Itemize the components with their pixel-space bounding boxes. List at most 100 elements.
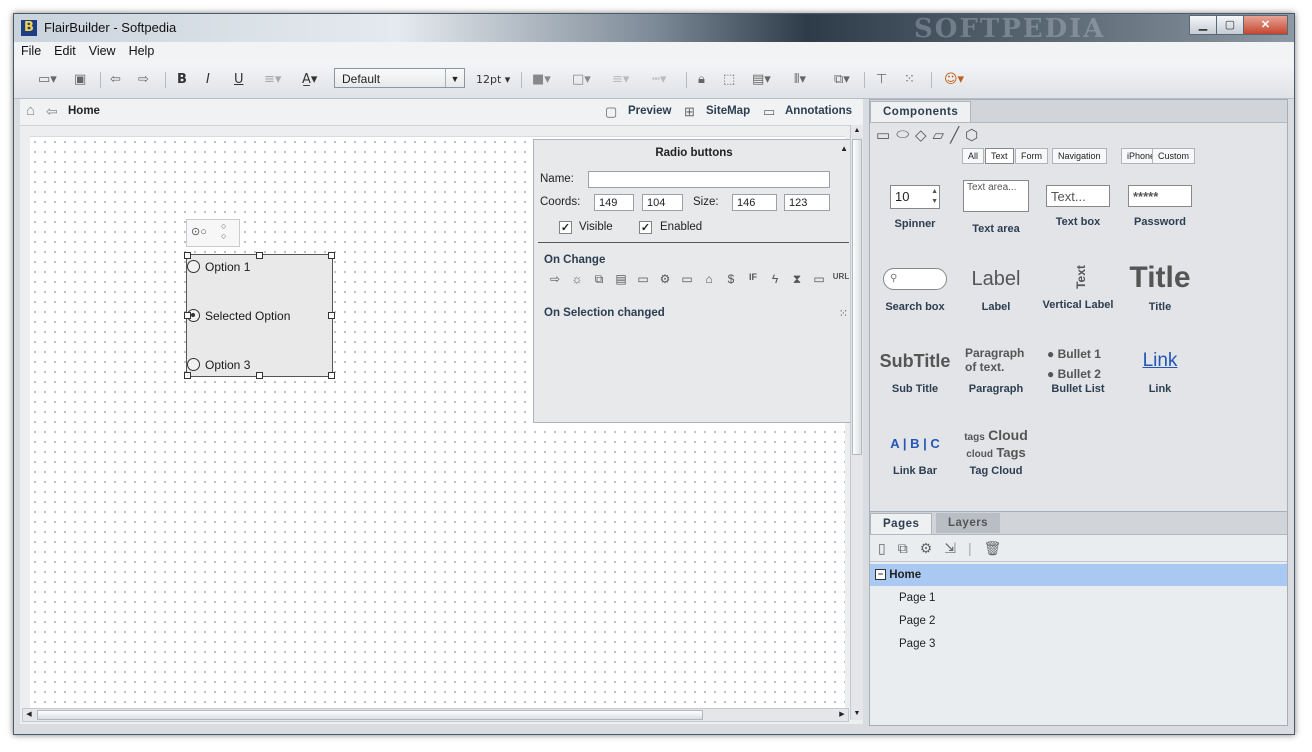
sitemap-button[interactable]: SiteMap — [706, 105, 750, 117]
font-size-select[interactable]: 12pt ▾ — [476, 71, 510, 89]
component-sub-title[interactable]: SubTitle Sub Title — [876, 350, 954, 396]
coord-x-field[interactable]: 149 — [594, 194, 634, 211]
align-icon[interactable]: ≡▾ — [264, 71, 281, 89]
filter-form[interactable]: Form — [1015, 148, 1048, 164]
lock-icon[interactable]: 🔒︎ — [698, 71, 705, 89]
collapse-icon[interactable]: ▲ — [840, 144, 848, 153]
component-label-item[interactable]: Label Label — [957, 268, 1035, 314]
component-vertical-label[interactable]: Text Vertical Label — [1039, 258, 1117, 312]
dollar-icon[interactable]: $ — [722, 272, 740, 287]
resize-handle[interactable] — [184, 252, 191, 259]
preview-button[interactable]: Preview — [628, 105, 671, 117]
component-paragraph[interactable]: Paragraph of text. Paragraph — [957, 346, 1035, 396]
font-family-select[interactable]: Default ▼ — [334, 68, 465, 88]
radio-horizontal-icon[interactable]: ⊙○ — [191, 225, 207, 238]
resize-handle[interactable] — [328, 252, 335, 259]
scrollbar-thumb[interactable] — [852, 139, 862, 455]
radio-widget-icon[interactable]: ⊙○ ○ ○ — [186, 219, 240, 247]
menu-file[interactable]: File — [14, 42, 47, 58]
align-objects-icon[interactable]: ▤▾ — [752, 71, 771, 89]
menu-view[interactable]: View — [82, 42, 122, 58]
underline-icon[interactable]: U — [234, 71, 244, 89]
back-arrow-icon[interactable]: ⇦ — [46, 103, 58, 120]
radio-option[interactable]: Option 1 — [187, 260, 250, 274]
filter-custom[interactable]: Custom — [1152, 148, 1196, 164]
scroll-left-arrow-icon[interactable]: ◀ — [23, 709, 35, 721]
collapse-icon[interactable]: − — [875, 569, 886, 581]
component-tag-cloud[interactable]: tags Cloud cloud Tags Tag Cloud — [957, 428, 1035, 478]
line-style-icon[interactable]: ≡▾ — [612, 71, 629, 89]
arrange-icon[interactable]: ⧉▾ — [834, 71, 850, 89]
component-link-bar[interactable]: A | B | C Link Bar — [876, 436, 954, 478]
scroll-down-arrow-icon[interactable]: ▼ — [851, 708, 863, 720]
tab-components[interactable]: Components — [870, 101, 972, 122]
redo-icon[interactable]: ⇨ — [138, 71, 149, 89]
filter-all[interactable]: All — [962, 148, 985, 164]
url-icon[interactable]: URL — [832, 272, 850, 287]
canvas-horizontal-scrollbar[interactable]: ◀ ▶ — [22, 708, 849, 722]
folder-open-icon[interactable]: ▭ — [810, 272, 828, 287]
scrollbar-thumb[interactable] — [37, 710, 703, 720]
dash-style-icon[interactable]: ┅▾ — [652, 71, 666, 89]
save-icon[interactable]: ▣ — [74, 71, 86, 89]
component-text-box[interactable]: Text... Text box — [1039, 185, 1117, 229]
rectangle-icon[interactable]: ▭ — [876, 126, 890, 144]
ruler-icon[interactable]: ⊤ — [876, 71, 887, 89]
resize-handle[interactable] — [256, 372, 263, 379]
size-width-field[interactable]: 146 — [732, 194, 777, 211]
radio-vertical-icon[interactable]: ○ ○ — [221, 221, 226, 241]
menu-edit[interactable]: Edit — [47, 42, 82, 58]
group-icon[interactable]: ⬚ — [723, 71, 735, 89]
tree-item-page[interactable]: Page 3 — [870, 633, 1287, 655]
component-link[interactable]: Link Link — [1121, 350, 1199, 396]
menu-help[interactable]: Help — [122, 42, 161, 58]
tree-item-page[interactable]: Page 1 — [870, 587, 1287, 609]
title-bar[interactable]: B FlairBuilder - Softpedia SOFTPEDIA ▁ ▢… — [14, 14, 1294, 44]
lock-icon[interactable]: ⌂ — [700, 272, 718, 287]
tab-pages[interactable]: Pages — [870, 513, 933, 534]
text-color-icon[interactable]: A̲▾ — [302, 71, 317, 89]
tree-item-home[interactable]: − Home — [870, 564, 1287, 586]
new-page-icon[interactable]: ▯ — [878, 540, 886, 557]
export-icon[interactable]: ⇲ — [944, 540, 956, 557]
navigate-icon[interactable]: ⇨ — [546, 272, 564, 287]
user-icon[interactable]: ☺▾ — [944, 71, 964, 89]
copy-icon[interactable]: ⧉ — [590, 272, 608, 287]
polygon-icon[interactable]: ⬡ — [965, 126, 978, 144]
filter-text[interactable]: Text — [985, 148, 1014, 164]
lightbulb-icon[interactable]: ☼ — [568, 272, 586, 287]
enabled-checkbox[interactable]: ✓ — [639, 221, 652, 234]
scroll-right-arrow-icon[interactable]: ▶ — [836, 709, 848, 721]
radio-button-group[interactable]: Option 1 Selected Option Option 3 — [184, 252, 335, 379]
minimize-button[interactable]: ▁ — [1189, 15, 1217, 35]
hourglass-icon[interactable]: ⧗ — [788, 272, 806, 287]
open-folder-icon[interactable]: ▭▾ — [38, 71, 57, 89]
diamond-icon[interactable]: ◇ — [915, 126, 927, 144]
resize-handle[interactable] — [184, 312, 191, 319]
breadcrumb-current-page[interactable]: Home — [68, 105, 100, 117]
italic-icon[interactable]: I — [206, 71, 210, 89]
name-field[interactable] — [588, 171, 830, 188]
snap-grid-icon[interactable]: ⁙ — [904, 71, 915, 89]
ellipse-icon[interactable]: ⬭ — [896, 126, 909, 144]
component-bullet-list[interactable]: ● Bullet 1 ● Bullet 2 Bullet List — [1039, 344, 1117, 396]
new-page-icon[interactable]: ▤ — [612, 272, 630, 287]
if-icon[interactable]: IF — [744, 272, 762, 287]
maximize-button[interactable]: ▢ — [1216, 15, 1244, 35]
fill-color-icon[interactable]: ■▾ — [532, 71, 551, 89]
tree-item-page[interactable]: Page 2 — [870, 610, 1287, 632]
radio-option[interactable]: Option 3 — [187, 358, 250, 372]
folder-icon[interactable]: ▭ — [678, 272, 696, 287]
folder-open-icon[interactable]: ▭ — [634, 272, 652, 287]
coord-y-field[interactable]: 104 — [642, 194, 683, 211]
trash-icon[interactable]: 🗑︎ — [984, 540, 1002, 557]
distribute-icon[interactable]: ⫴▾ — [794, 71, 806, 89]
canvas-vertical-scrollbar[interactable]: ▲ ▼ — [850, 125, 863, 720]
tab-layers[interactable]: Layers — [936, 513, 1001, 533]
gear-icon[interactable]: ⚙ — [656, 272, 674, 287]
home-icon[interactable]: ⌂ — [26, 102, 35, 119]
gear-icon[interactable]: ⚙ — [920, 540, 933, 557]
line-icon[interactable]: ╱ — [950, 126, 959, 144]
component-password[interactable]: ***** Password — [1121, 185, 1199, 229]
lightning-icon[interactable]: ϟ — [766, 272, 784, 287]
